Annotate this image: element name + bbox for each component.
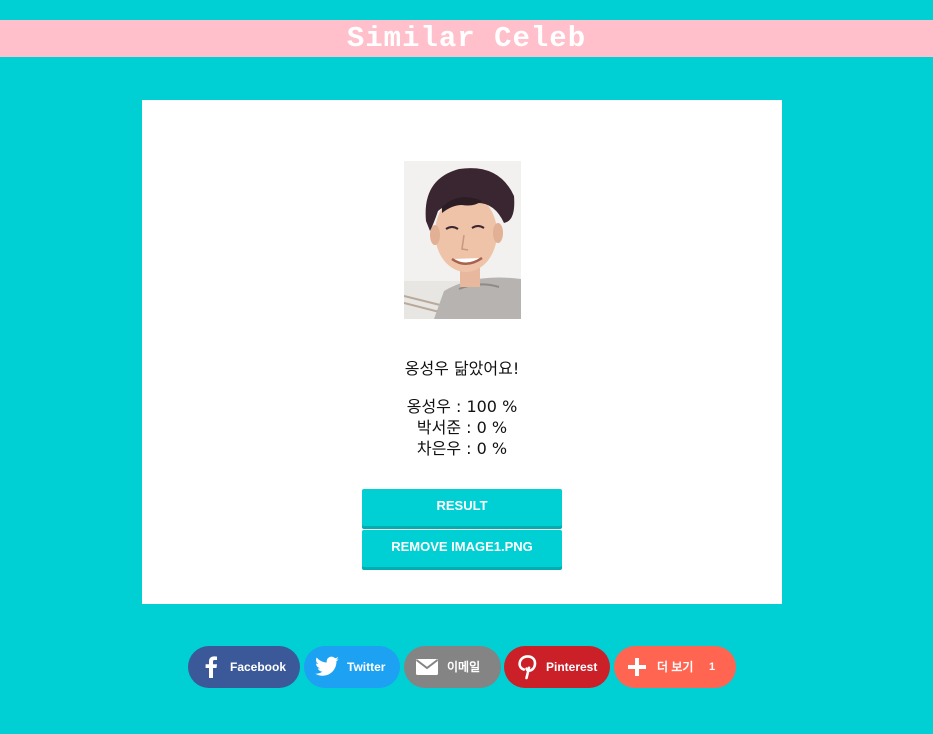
remove-image-button[interactable]: REMOVE IMAGE1.PNG: [362, 530, 562, 567]
page-title: Similar Celeb: [346, 22, 587, 55]
result-heading: 옹성우 닮았어요!: [404, 359, 520, 378]
score-item: 차은우 : 0 %: [416, 439, 508, 458]
pinterest-icon: [514, 654, 540, 680]
twitter-icon: [314, 654, 340, 680]
score-list: 옹성우 : 100 % 박서준 : 0 % 차은우 : 0 %: [142, 396, 782, 459]
share-more-button[interactable]: 더 보기 1: [614, 646, 736, 688]
share-pinterest-label: Pinterest: [546, 660, 598, 674]
share-email-button[interactable]: 이메일: [404, 646, 501, 688]
score-item: 박서준 : 0 %: [416, 418, 508, 437]
uploaded-photo: [404, 161, 521, 319]
share-more-label: 더 보기: [657, 660, 694, 674]
score-item: 옹성우 : 100 %: [406, 397, 518, 416]
result-card: 옹성우 닮았어요! 옹성우 : 100 % 박서준 : 0 % 차은우 : 0 …: [142, 100, 782, 604]
result-button[interactable]: RESULT: [362, 489, 562, 526]
share-pinterest-button[interactable]: Pinterest: [504, 646, 610, 688]
facebook-icon: [198, 654, 224, 680]
share-email-label: 이메일: [447, 660, 481, 674]
share-facebook-button[interactable]: Facebook: [188, 646, 300, 688]
plus-icon: [624, 654, 650, 680]
share-bar: Facebook Twitter 이메일 Pinterest 더 보기 1: [0, 646, 933, 688]
share-facebook-label: Facebook: [230, 660, 287, 674]
share-twitter-label: Twitter: [347, 660, 386, 674]
share-count-badge: 1: [709, 661, 716, 673]
email-icon: [414, 654, 440, 680]
app-header: Similar Celeb: [0, 20, 933, 57]
share-twitter-button[interactable]: Twitter: [304, 646, 400, 688]
